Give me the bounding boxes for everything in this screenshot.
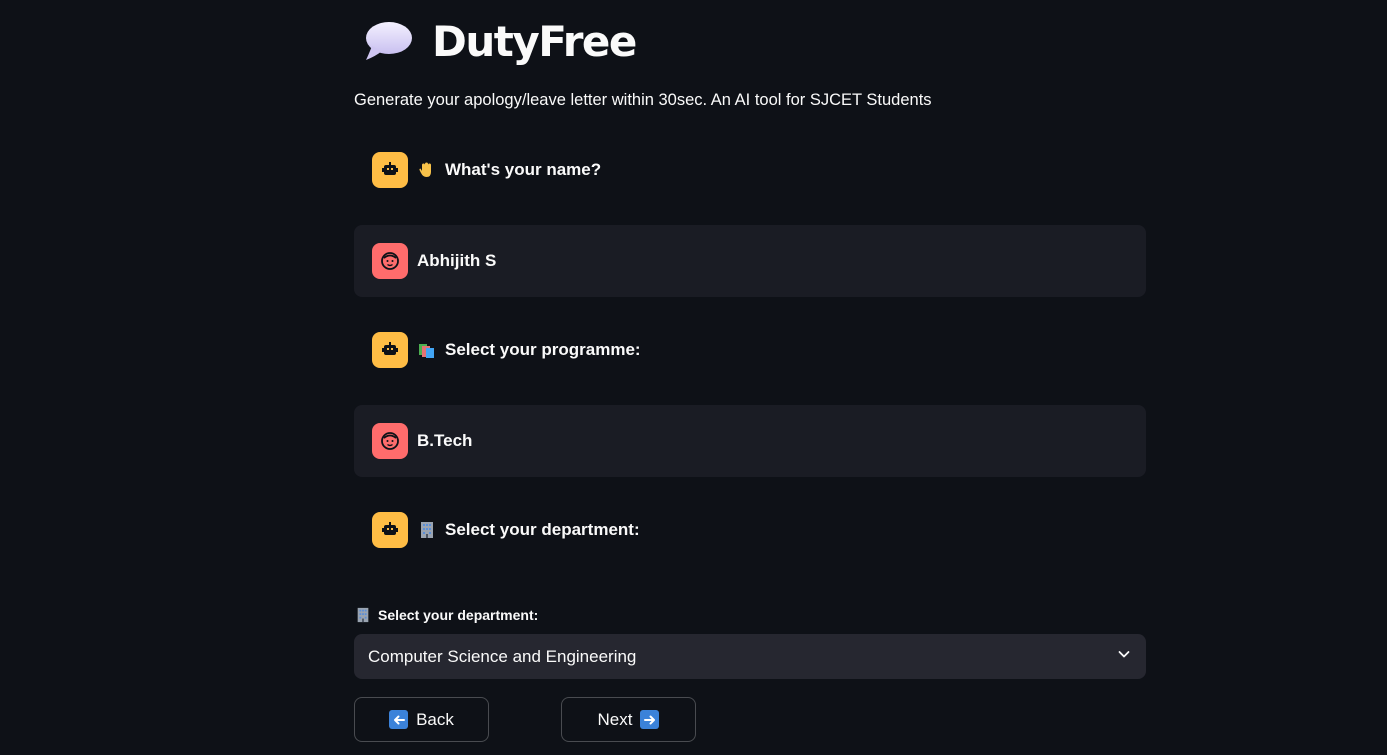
office-building-icon: [417, 520, 437, 540]
chat-message-text: What's your name?: [445, 160, 602, 179]
chat-message-assistant: What's your name?: [354, 134, 1146, 206]
back-button-label: Back: [416, 709, 454, 729]
page-subtitle: Generate your apology/leave letter withi…: [354, 91, 932, 109]
next-button[interactable]: Next: [561, 697, 696, 742]
chat-message-text: Select your department:: [445, 520, 640, 539]
department-select-label-text: Select your department:: [378, 607, 539, 623]
page-header: DutyFree: [362, 12, 637, 70]
waving-hand-icon: [417, 160, 437, 180]
chat-message-user: B.Tech: [354, 405, 1146, 477]
back-button[interactable]: Back: [354, 697, 489, 742]
chat-message-text: Abhijith S: [417, 251, 497, 270]
chevron-down-icon[interactable]: [1116, 646, 1132, 667]
user-avatar-icon: [372, 243, 408, 279]
robot-avatar-icon: [372, 512, 408, 548]
department-select-value: Computer Science and Engineering: [368, 646, 637, 666]
chat-message-assistant: Select your programme:: [354, 314, 1146, 386]
department-select[interactable]: Computer Science and Engineering: [354, 634, 1146, 679]
chat-message-text: Select your programme:: [445, 340, 641, 359]
chat-message-user: Abhijith S: [354, 225, 1146, 297]
speech-bubble-icon: [362, 14, 416, 68]
left-arrow-icon: [389, 710, 409, 729]
page-title: DutyFree: [432, 16, 637, 66]
robot-avatar-icon: [372, 332, 408, 368]
chat-message-text: B.Tech: [417, 431, 473, 450]
user-avatar-icon: [372, 423, 408, 459]
robot-avatar-icon: [372, 152, 408, 188]
books-icon: [417, 340, 437, 360]
office-building-icon: [354, 606, 372, 624]
department-select-label: Select your department:: [354, 606, 538, 624]
next-button-label: Next: [597, 709, 633, 729]
chat-message-assistant: Select your department:: [354, 494, 1146, 566]
right-arrow-icon: [640, 710, 660, 729]
